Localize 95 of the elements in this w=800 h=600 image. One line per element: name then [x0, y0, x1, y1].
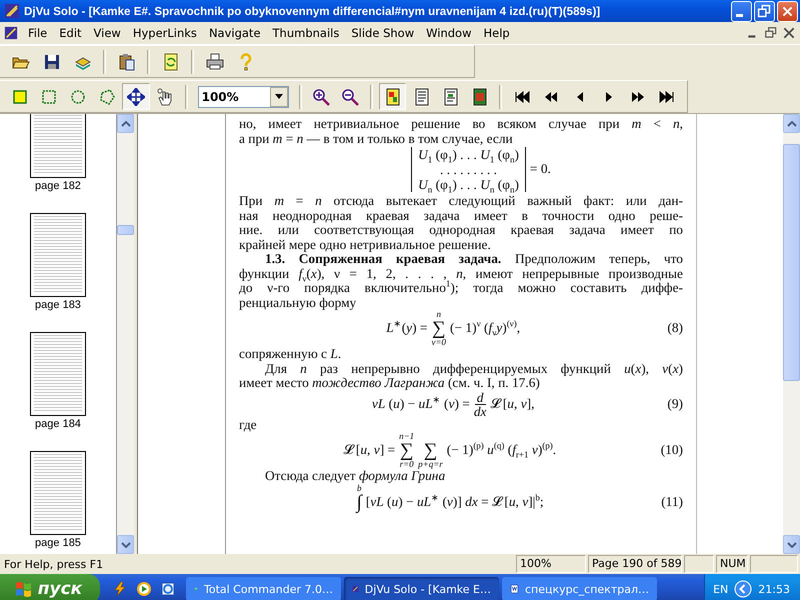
- minimize-icon: [736, 14, 743, 16]
- paragraph: При m = n отсюда вытекает следующий важный факт: или дан- ная неоднородная краевая задача имеет в точности одно реше- ние. или соответствующая однородная краевая задача имеет по крайней мере одно нетривиальное решение.: [239, 194, 683, 252]
- scrollbar-thumb[interactable]: [117, 225, 134, 235]
- browser-icon[interactable]: [160, 581, 176, 597]
- language-indicator[interactable]: EN: [713, 582, 728, 596]
- background-page-icon: [470, 88, 489, 106]
- move-arrows-icon: [126, 88, 145, 106]
- clock: 21:53: [758, 582, 790, 596]
- hand-pointer-icon: [156, 88, 174, 106]
- app-icon: [4, 3, 20, 19]
- restore-button[interactable]: [754, 0, 775, 22]
- paragraph: Для n раз непрерывно дифференцируемых функций u(x), v(x) имеет место тождество Лагранжа (см. ч. I, п. 17.6): [239, 362, 683, 390]
- status-text: For Help, press F1: [3, 558, 104, 570]
- thumbnail-label: page 185: [35, 537, 81, 549]
- scrollbar[interactable]: [117, 114, 134, 554]
- math-operator: n ∑ ν=0: [431, 310, 446, 347]
- printer-icon: [206, 52, 224, 70]
- lightning-icon[interactable]: [112, 581, 128, 597]
- media-player-icon[interactable]: [136, 581, 152, 597]
- color-page-button[interactable]: [378, 83, 406, 110]
- formula-text: 𝓛 [u, v] =: [344, 443, 396, 458]
- menu-item[interactable]: File: [22, 26, 54, 40]
- paragraph: 1.3. Сопряженная краевая задача. Предположим теперь, что функции f$_{ν}$(x), ν = 1, 2, . . . , n, имеют непрерывные производные до ν-го порядка включительно$^{1}$); тогда можно составить диффе- ренциальную форму: [239, 252, 683, 310]
- num-lock-indicator: NUM: [716, 555, 748, 573]
- left-arrow-icon: [577, 92, 584, 102]
- zoom-dropdown[interactable]: 100%: [198, 86, 289, 108]
- menu-item[interactable]: Help: [477, 26, 516, 40]
- color-page-icon: [384, 88, 402, 106]
- formula-text: [vL (u) − uL$^{∗}$ (v)] dx = 𝓛 [u, v]|$^{b}$;: [366, 494, 544, 510]
- zoom-out-icon: [341, 88, 360, 106]
- thumbnail-page[interactable]: [30, 114, 86, 178]
- close-button[interactable]: [777, 0, 798, 22]
- scroll-down-icon[interactable]: [783, 535, 800, 554]
- formula-text: vL (u) − uL$^{∗}$ (v) =: [372, 396, 470, 412]
- thumbnail-page[interactable]: [30, 332, 86, 416]
- determinant: U$_{1}$ (φ$_{1}$) . . . U$_{1}$ (φ$_{n}$) . . . . . . . . . U$_{n}$ (φ$_{1}$) . . . U$_{n}$ (φ$_{n}$): [411, 147, 526, 192]
- taskbar-button[interactable]: Total Commander 7.0…: [186, 577, 341, 600]
- windows-logo-icon: [14, 580, 32, 598]
- math-operator: b ∫: [356, 484, 362, 516]
- paragraph: где: [239, 418, 258, 432]
- thumbnail-page[interactable]: [30, 451, 86, 535]
- math-operator: n−1 ∑ r=0: [399, 432, 414, 469]
- dashed-circle-icon: [68, 88, 87, 106]
- scrollbar[interactable]: [783, 114, 800, 554]
- menu-item[interactable]: Thumbnails: [266, 26, 346, 40]
- formula-text: L$^{∗}$(y) =: [386, 321, 428, 336]
- scroll-up-icon[interactable]: [783, 114, 800, 133]
- dashed-square-icon: [40, 88, 58, 106]
- equation-number: (8): [667, 321, 683, 336]
- scrollbar-thumb[interactable]: [783, 144, 800, 381]
- caret-icon: [274, 94, 283, 99]
- chevron-icon[interactable]: [734, 580, 752, 598]
- menu-item[interactable]: Edit: [53, 26, 88, 40]
- scroll-down-icon[interactable]: [117, 535, 134, 554]
- menu-item[interactable]: Window: [420, 26, 478, 40]
- refresh-page-icon: [162, 52, 180, 70]
- start-button[interactable]: пуск: [0, 574, 100, 600]
- thumbnail-label: page 183: [35, 299, 81, 311]
- mixed-page-icon: [442, 88, 460, 106]
- equation-number: (11): [661, 494, 683, 510]
- dashed-polygon-icon: [98, 88, 116, 106]
- restore-icon[interactable]: [764, 26, 778, 40]
- window-title: DjVu Solo - [Kamke E#. Spravochnik po obyknovennym differencial#nym uravnenijam 4 izd.(ru)(T)(589s)]: [24, 4, 602, 18]
- zoom-status: 100%: [516, 555, 586, 573]
- minimize-button[interactable]: [731, 0, 752, 22]
- formula-text: = 0.: [530, 162, 551, 177]
- clipboard-icon: [118, 52, 136, 70]
- text-page-icon: [412, 88, 431, 106]
- math-operator: ∑ p+q=r: [418, 439, 443, 469]
- formula-text: 𝓛 [u, v],: [490, 396, 534, 412]
- menu-item[interactable]: View: [88, 26, 127, 40]
- thumbnail-label: page 184: [35, 418, 81, 430]
- close-icon[interactable]: [782, 26, 796, 40]
- formula-text: (− 1)$^{(p)}$ u$^{(q)}$ (f$_{r+1}$ v)$^{(p)}$.: [446, 443, 556, 458]
- filled-square-icon: [10, 88, 29, 106]
- menu-item[interactable]: HyperLinks: [126, 26, 203, 40]
- document-icon: [4, 26, 18, 40]
- zoom-in-icon: [312, 88, 330, 106]
- thumbnail-label: page 182: [35, 180, 81, 192]
- taskbar-button[interactable]: спецкурс_спектрал…: [502, 577, 657, 600]
- equation-number: (10): [660, 443, 683, 458]
- thumbnail-page[interactable]: [30, 213, 86, 297]
- formula-text: (− 1)$^{ν}$ (f$_{ν}$y)$^{(ν)}$,: [450, 321, 520, 336]
- pan-button[interactable]: [122, 83, 150, 110]
- menu-item[interactable]: Navigate: [202, 26, 267, 40]
- paragraph: сопряженную с L.: [239, 347, 342, 362]
- taskbar-button[interactable]: DjVu Solo - [Kamke E…: [344, 577, 499, 600]
- equation-number: (9): [667, 396, 683, 412]
- page-status: Page 190 of 589: [588, 555, 682, 573]
- menu-item[interactable]: Slide Show: [345, 26, 420, 40]
- scroll-up-icon[interactable]: [117, 114, 134, 133]
- paragraph: Отсюда следует формула Грина: [264, 469, 446, 484]
- paragraph: но, имеет нетривиальное решение во всяком случае при m < n, а при m = n — в том и только в том случае, если: [239, 117, 683, 146]
- right-arrow-icon: [606, 92, 612, 102]
- fraction: d dx: [474, 390, 486, 418]
